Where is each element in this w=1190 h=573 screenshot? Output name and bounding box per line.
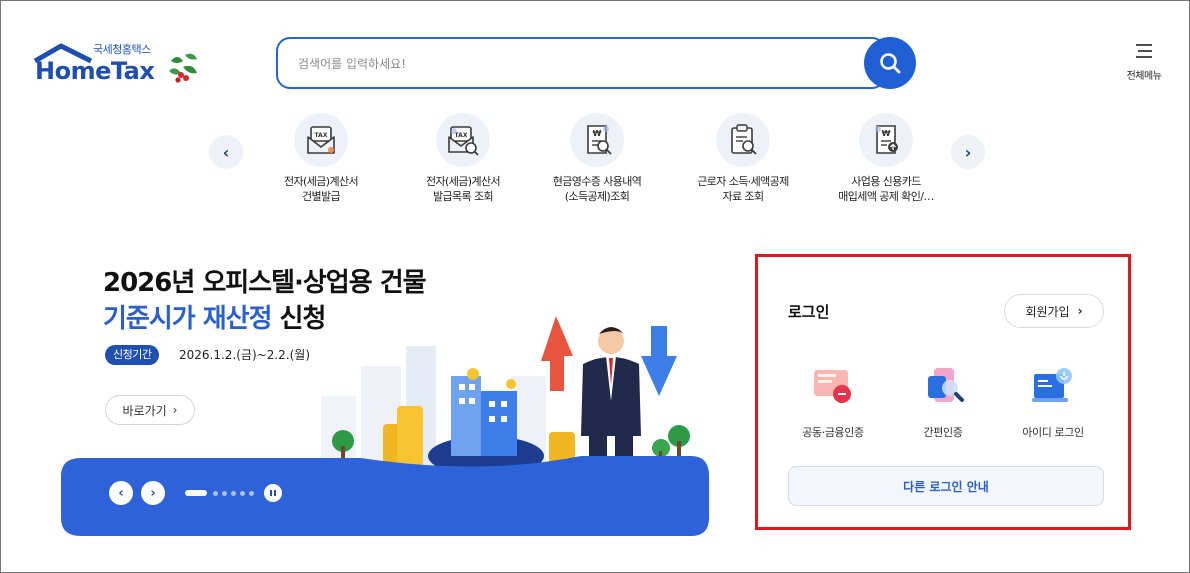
banner-title-highlight: 기준시가 재산정 [103,304,272,334]
quick-menu-next-button[interactable]: › [951,135,985,169]
period-text: 2026.1.2.(금)~2.2.(월) [179,348,311,362]
banner-title-line2: 기준시가 재산정 신청 [103,298,327,335]
quick-menu-item-invoice-list[interactable]: TAX 전자(세금)계산서 발급목록 조회 [398,113,528,204]
qm-icon-wrap: TAX [436,113,490,167]
full-menu-button[interactable]: 전체메뉴 [1121,43,1167,87]
login-option-simple[interactable]: 간편인증 [888,364,998,440]
quick-menu-item-credit-card[interactable]: ₩ 사업용 신용카드 매입세액 공제 확인/… [821,113,951,204]
tax-invoice-search-icon: TAX [448,126,479,156]
holly-icon [169,53,197,83]
quick-menu-item-worker-deduction[interactable]: 근로자 소득·세액공제 자료 조회 [678,113,808,204]
login-title: 로그인 [788,303,830,321]
qm-label: 전자(세금)계산서 발급목록 조회 [425,175,501,203]
qm-icon-wrap: TAX [294,113,348,167]
goto-button[interactable]: 바로가기 › [105,395,195,425]
quick-menu-item-cash-receipt[interactable]: ₩ 현금영수증 사용내역 (소득공제)조회 [532,113,662,204]
quick-menu-item-invoice-issue[interactable]: TAX 전자(세금)계산서 건별발급 [256,113,386,204]
id-login-monitor-icon [1032,368,1072,402]
chevron-right-icon: › [964,142,972,162]
svg-text:TAX: TAX [315,132,328,139]
banner-next-button[interactable]: › [141,481,165,505]
goto-label: 바로가기 [122,403,167,418]
hometax-logo[interactable]: 국세청홈택스 HomeTax [31,39,206,95]
banner-control-bar: ‹ › [61,456,709,536]
search-icon [880,53,901,74]
search-bar [276,37,916,89]
slide-indicator[interactable] [249,491,254,496]
clipboard-search-icon [731,124,757,155]
svg-text:₩: ₩ [882,129,891,138]
chevron-right-icon: › [150,485,156,501]
login-option-label: 아이디 로그인 [1022,426,1084,439]
chevron-left-icon: ‹ [118,485,124,501]
banner-prev-button[interactable]: ‹ [109,481,133,505]
svg-text:TAX: TAX [455,132,468,139]
slide-indicator[interactable] [213,491,218,496]
chevron-right-icon: › [1077,304,1083,318]
qm-label: 사업용 신용카드 매입세액 공제 확인/… [838,175,934,203]
banner-title-rest: 신청 [271,304,327,334]
search-box [276,37,886,89]
tax-invoice-envelope-icon: TAX [307,126,335,154]
banner-pause-button[interactable] [264,484,282,502]
other-login-button[interactable]: 다른 로그인 안내 [788,466,1104,506]
quick-menu-prev-button[interactable]: ‹ [209,135,243,169]
card-receipt-icon: ₩ [875,125,898,154]
signup-label: 회원가입 [1025,304,1070,319]
period-badge: 신청기간 [105,345,160,365]
qm-label: 현금영수증 사용내역 (소득공제)조회 [552,175,642,203]
promo-banner: 2026년 오피스텔·상업용 건물 기준시가 재산정 신청 신청기간 2026.… [61,246,711,536]
signup-button[interactable]: 회원가입 › [1004,294,1104,328]
slide-indicator-active[interactable] [185,490,207,496]
logo-subtitle: 국세청홈택스 [93,43,151,56]
login-option-id[interactable]: 아이디 로그인 [998,364,1108,440]
qm-label: 전자(세금)계산서 건별발급 [283,175,359,203]
certificate-icon [814,370,851,403]
login-option-label: 공동·금융인증 [802,426,864,439]
page-frame: 국세청홈택스 HomeTax 전체메뉴 [0,0,1190,573]
hamburger-icon [1136,44,1152,58]
slide-indicator[interactable] [231,491,236,496]
slide-indicator[interactable] [240,491,245,496]
qm-icon-wrap: ₩ [859,113,913,167]
cash-receipt-search-icon: ₩ [587,125,612,155]
chevron-right-icon: › [172,403,178,417]
login-option-label: 간편인증 [923,426,963,439]
slide-indicator[interactable] [222,491,227,496]
logo-wordmark: HomeTax [35,57,155,85]
chevron-left-icon: ‹ [222,142,230,162]
full-menu-label: 전체메뉴 [1126,71,1162,82]
qm-icon-wrap: ₩ [570,113,624,167]
search-input[interactable] [298,53,858,75]
search-button[interactable] [864,37,916,89]
banner-title-line1: 2026년 오피스텔·상업용 건물 [103,268,427,298]
pause-icon [270,490,276,496]
qm-icon-wrap [716,113,770,167]
login-panel: 로그인 회원가입 › 공동·금융인증 간편인증 아이디 로그인 다른 로그인 안… [755,254,1131,530]
simple-auth-icon [928,368,964,402]
svg-text:₩: ₩ [593,129,602,138]
qm-label: 근로자 소득·세액공제 자료 조회 [697,175,789,203]
login-option-certificate[interactable]: 공동·금융인증 [778,364,888,440]
